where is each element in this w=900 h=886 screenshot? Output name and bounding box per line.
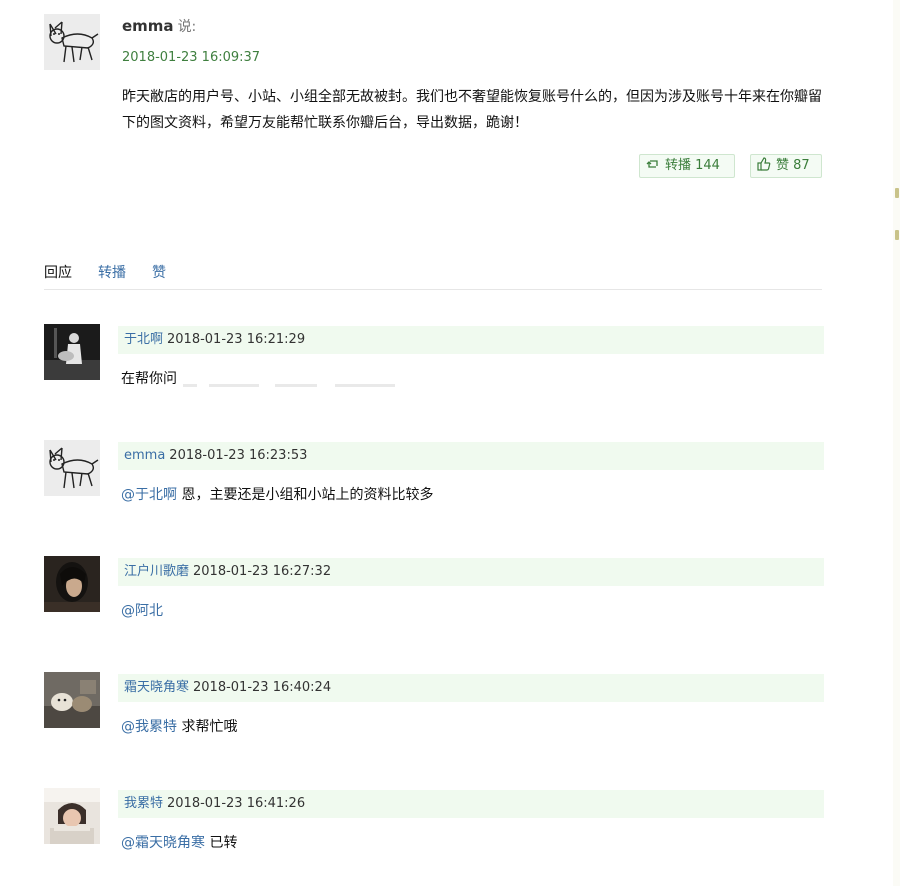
author-name[interactable]: emma xyxy=(122,17,174,35)
comment-item: 霜天晓角寒 2018-01-23 16:40:24 @我累特 求帮忙哦 xyxy=(44,672,824,752)
comment-item: 江户川歌磨 2018-01-23 16:27:32 @阿北 xyxy=(44,556,824,636)
sidebar-mark xyxy=(895,230,899,240)
guitar-photo-icon xyxy=(44,324,100,380)
comment-text: @我累特 求帮忙哦 xyxy=(121,716,237,736)
comment-item: emma 2018-01-23 16:23:53 @于北啊 恩，主要还是小组和小站… xyxy=(44,440,824,520)
comment-text: 在帮你问 xyxy=(121,368,395,388)
girl-photo-icon xyxy=(44,788,100,844)
redaction-mark xyxy=(183,384,197,387)
comment-author[interactable]: 我累特 xyxy=(124,796,163,811)
redaction-mark xyxy=(275,384,317,387)
comment-time: 2018-01-23 16:21:29 xyxy=(167,332,306,347)
comment-time: 2018-01-23 16:27:32 xyxy=(193,564,332,579)
redaction-mark xyxy=(209,384,259,387)
comment-header: emma 2018-01-23 16:23:53 xyxy=(118,442,824,470)
avatar[interactable] xyxy=(44,788,100,844)
woman-portrait-icon xyxy=(44,556,100,612)
comment-text: @于北啊 恩，主要还是小组和小站上的资料比较多 xyxy=(121,484,433,504)
divider xyxy=(44,289,822,290)
tab-reply[interactable]: 回应 xyxy=(44,262,72,282)
thumbs-up-icon xyxy=(757,157,771,171)
comment-header: 江户川歌磨 2018-01-23 16:27:32 xyxy=(118,558,824,586)
sidebar-mark xyxy=(895,188,899,198)
comment-body: 恩，主要还是小组和小站上的资料比较多 xyxy=(177,487,434,503)
comment-text: @霜天晓角寒 已转 xyxy=(121,832,237,852)
status-author: emma 说: xyxy=(122,16,196,36)
comment-time: 2018-01-23 16:41:26 xyxy=(167,796,306,811)
avatar[interactable] xyxy=(44,556,100,612)
tab-like[interactable]: 赞 xyxy=(152,262,166,282)
comment-body: 在帮你问 xyxy=(121,371,177,387)
comment-item: 我累特 2018-01-23 16:41:26 @霜天晓角寒 已转 xyxy=(44,788,824,868)
status-time: 2018-01-23 16:09:37 xyxy=(122,50,261,65)
reshare-icon xyxy=(646,160,658,168)
avatar[interactable] xyxy=(44,324,100,380)
comment-author[interactable]: 江户川歌磨 xyxy=(124,564,189,579)
comment-header: 霜天晓角寒 2018-01-23 16:40:24 xyxy=(118,674,824,702)
mention-link[interactable]: @于北啊 xyxy=(121,487,177,503)
comment-author[interactable]: 于北啊 xyxy=(124,332,163,347)
avatar[interactable] xyxy=(44,14,100,70)
comment-header: 我累特 2018-01-23 16:41:26 xyxy=(118,790,824,818)
avatar[interactable] xyxy=(44,440,100,496)
cat-doodle-icon xyxy=(44,14,100,70)
avatar[interactable] xyxy=(44,672,100,728)
comment-text: @阿北 xyxy=(121,600,163,620)
tab-reshare[interactable]: 转播 xyxy=(98,262,126,282)
reshare-label: 转播 144 xyxy=(665,158,720,173)
comment-time: 2018-01-23 16:23:53 xyxy=(169,448,308,463)
right-sidebar-edge xyxy=(893,0,900,886)
like-label: 赞 87 xyxy=(776,158,810,173)
like-button[interactable]: 赞 87 xyxy=(750,154,822,178)
status-text: 昨天敝店的用户号、小站、小组全部无故被封。我们也不奢望能恢复账号什么的，但因为涉… xyxy=(122,89,822,131)
reshare-button[interactable]: 转播 144 xyxy=(639,154,735,178)
cat-doodle-icon xyxy=(44,440,100,496)
redaction-mark xyxy=(335,384,395,387)
say-label: 说: xyxy=(177,19,197,35)
mention-link[interactable]: @霜天晓角寒 xyxy=(121,835,205,851)
comment-time: 2018-01-23 16:40:24 xyxy=(193,680,332,695)
comment-body: 已转 xyxy=(205,835,238,851)
comment-item: 于北啊 2018-01-23 16:21:29 在帮你问 xyxy=(44,324,824,404)
comment-author[interactable]: 霜天晓角寒 xyxy=(124,680,189,695)
comment-author[interactable]: emma xyxy=(124,448,165,463)
mention-link[interactable]: @阿北 xyxy=(121,603,163,619)
mention-link[interactable]: @我累特 xyxy=(121,719,177,735)
comment-header: 于北啊 2018-01-23 16:21:29 xyxy=(118,326,824,354)
cats-photo-icon xyxy=(44,672,100,728)
comment-body: 求帮忙哦 xyxy=(177,719,238,735)
